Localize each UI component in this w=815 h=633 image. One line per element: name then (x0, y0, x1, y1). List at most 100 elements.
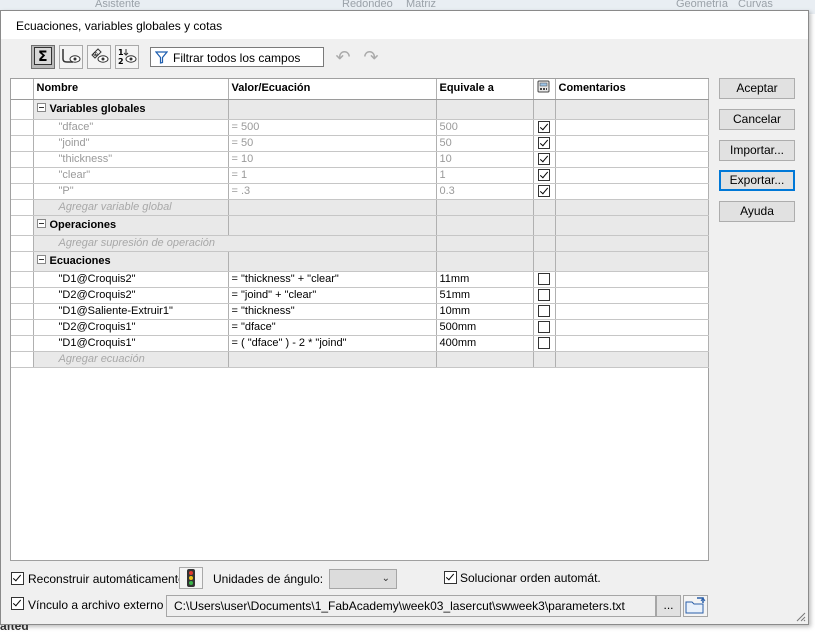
column-header-comments[interactable]: Comentarios (555, 79, 709, 100)
row-selector[interactable] (11, 335, 34, 352)
evaluate-checkbox[interactable] (533, 119, 556, 136)
add-equation[interactable]: Agregar ecuación (33, 351, 229, 368)
table-row[interactable]: "D2@Croquis1" = "dface" 500mm (11, 319, 709, 336)
equation-name[interactable]: "D1@Saliente-Extruir1" (33, 303, 229, 320)
row-selector[interactable] (11, 271, 34, 288)
rebuild-status-button[interactable] (179, 567, 203, 589)
variable-value[interactable]: = .3 (228, 183, 437, 200)
comment-cell[interactable] (555, 303, 709, 320)
add-feature-suppression[interactable]: Agregar supresión de operación (33, 235, 437, 252)
equation-name[interactable]: "D1@Croquis2" (33, 271, 229, 288)
column-header-equivalent[interactable]: Equivale a (436, 79, 534, 100)
row-selector[interactable] (11, 319, 34, 336)
variable-value[interactable]: = 10 (228, 151, 437, 168)
row-selector[interactable] (11, 251, 34, 272)
variable-value[interactable]: = 500 (228, 119, 437, 136)
equation-value[interactable]: = "thickness" + "clear" (228, 271, 437, 288)
evaluate-checkbox[interactable] (533, 151, 556, 168)
row-selector[interactable] (11, 303, 34, 320)
open-file-button[interactable] (683, 595, 708, 617)
comment-cell[interactable] (555, 183, 709, 200)
add-suppression-row[interactable]: Agregar supresión de operación (11, 235, 709, 252)
row-selector[interactable] (11, 151, 34, 168)
row-selector[interactable] (11, 215, 34, 236)
variable-name[interactable]: "dface" (33, 119, 229, 136)
equation-value[interactable]: = "thickness" (228, 303, 437, 320)
row-selector[interactable] (11, 119, 34, 136)
add-equation-row[interactable]: Agregar ecuación (11, 351, 709, 368)
collapse-icon[interactable] (36, 255, 46, 265)
evaluate-checkbox[interactable] (533, 135, 556, 152)
comment-cell[interactable] (555, 319, 709, 336)
column-header-value[interactable]: Valor/Ecuación (228, 79, 437, 100)
external-link-checkbox[interactable] (11, 597, 24, 610)
table-row[interactable]: "P" = .3 0.3 (11, 183, 709, 200)
import-button[interactable]: Importar... (719, 140, 795, 161)
comment-cell[interactable] (555, 271, 709, 288)
external-file-path[interactable]: C:\Users\user\Documents\1_FabAcademy\wee… (166, 595, 656, 617)
equation-name[interactable]: "D2@Croquis2" (33, 287, 229, 304)
auto-rebuild-checkbox[interactable] (11, 572, 24, 585)
comment-cell[interactable] (555, 335, 709, 352)
dimension-view-button[interactable]: ⊕ (87, 45, 111, 69)
equation-value[interactable]: = "dface" (228, 319, 437, 336)
section-row-globals[interactable]: Variables globales (11, 99, 709, 120)
variable-name[interactable]: "thickness" (33, 151, 229, 168)
equation-view-button[interactable]: Σ (31, 45, 55, 69)
section-row-equations[interactable]: Ecuaciones (11, 251, 709, 272)
table-row[interactable]: "D2@Croquis2" = "joind" + "clear" 51mm (11, 287, 709, 304)
table-row[interactable]: "D1@Croquis1" = ( "dface" ) - 2 * "joind… (11, 335, 709, 352)
table-row[interactable]: "D1@Saliente-Extruir1" = "thickness" 10m… (11, 303, 709, 320)
comment-cell[interactable] (555, 151, 709, 168)
auto-solve-checkbox[interactable] (444, 571, 457, 584)
evaluate-checkbox[interactable] (533, 319, 556, 336)
column-header-evaluate[interactable] (533, 79, 556, 100)
equation-value[interactable]: = ( "dface" ) - 2 * "joind" (228, 335, 437, 352)
help-button[interactable]: Ayuda (719, 201, 795, 222)
row-selector[interactable] (11, 183, 34, 200)
table-row[interactable]: "clear" = 1 1 (11, 167, 709, 184)
evaluate-checkbox[interactable] (533, 335, 556, 352)
evaluate-checkbox[interactable] (533, 183, 556, 200)
evaluate-checkbox[interactable] (533, 303, 556, 320)
section-row-operations[interactable]: Operaciones (11, 215, 709, 236)
angle-units-select[interactable]: ⌄ (329, 569, 397, 589)
ordered-view-button[interactable]: 12 (115, 45, 139, 69)
row-selector[interactable] (11, 235, 34, 252)
variable-value[interactable]: = 1 (228, 167, 437, 184)
export-button[interactable]: Exportar... (719, 170, 795, 191)
table-row[interactable]: "dface" = 500 500 (11, 119, 709, 136)
collapse-icon[interactable] (36, 103, 46, 113)
row-selector[interactable] (11, 99, 34, 120)
variable-name[interactable]: "P" (33, 183, 229, 200)
table-row[interactable]: "thickness" = 10 10 (11, 151, 709, 168)
comment-cell[interactable] (555, 135, 709, 152)
collapse-icon[interactable] (36, 219, 46, 229)
evaluate-checkbox[interactable] (533, 287, 556, 304)
undo-icon[interactable]: ↶ (332, 47, 354, 67)
filter-input[interactable]: Filtrar todos los campos (150, 47, 324, 67)
equation-value[interactable]: = "joind" + "clear" (228, 287, 437, 304)
evaluate-checkbox[interactable] (533, 271, 556, 288)
accept-button[interactable]: Aceptar (719, 78, 795, 99)
table-row[interactable]: "joind" = 50 50 (11, 135, 709, 152)
variable-name[interactable]: "clear" (33, 167, 229, 184)
row-selector[interactable] (11, 199, 34, 216)
evaluate-checkbox[interactable] (533, 167, 556, 184)
redo-icon[interactable]: ↷ (360, 47, 382, 67)
sketch-equation-view-button[interactable] (59, 45, 83, 69)
column-header-name[interactable]: Nombre (33, 79, 229, 100)
resize-grip-icon[interactable] (794, 610, 806, 622)
add-global-variable-row[interactable]: Agregar variable global (11, 199, 709, 216)
variable-value[interactable]: = 50 (228, 135, 437, 152)
equation-name[interactable]: "D1@Croquis1" (33, 335, 229, 352)
comment-cell[interactable] (555, 119, 709, 136)
browse-button[interactable]: ... (656, 595, 681, 617)
row-selector[interactable] (11, 287, 34, 304)
row-selector[interactable] (11, 351, 34, 368)
variable-name[interactable]: "joind" (33, 135, 229, 152)
row-selector[interactable] (11, 135, 34, 152)
equation-name[interactable]: "D2@Croquis1" (33, 319, 229, 336)
comment-cell[interactable] (555, 287, 709, 304)
table-row[interactable]: "D1@Croquis2" = "thickness" + "clear" 11… (11, 271, 709, 288)
